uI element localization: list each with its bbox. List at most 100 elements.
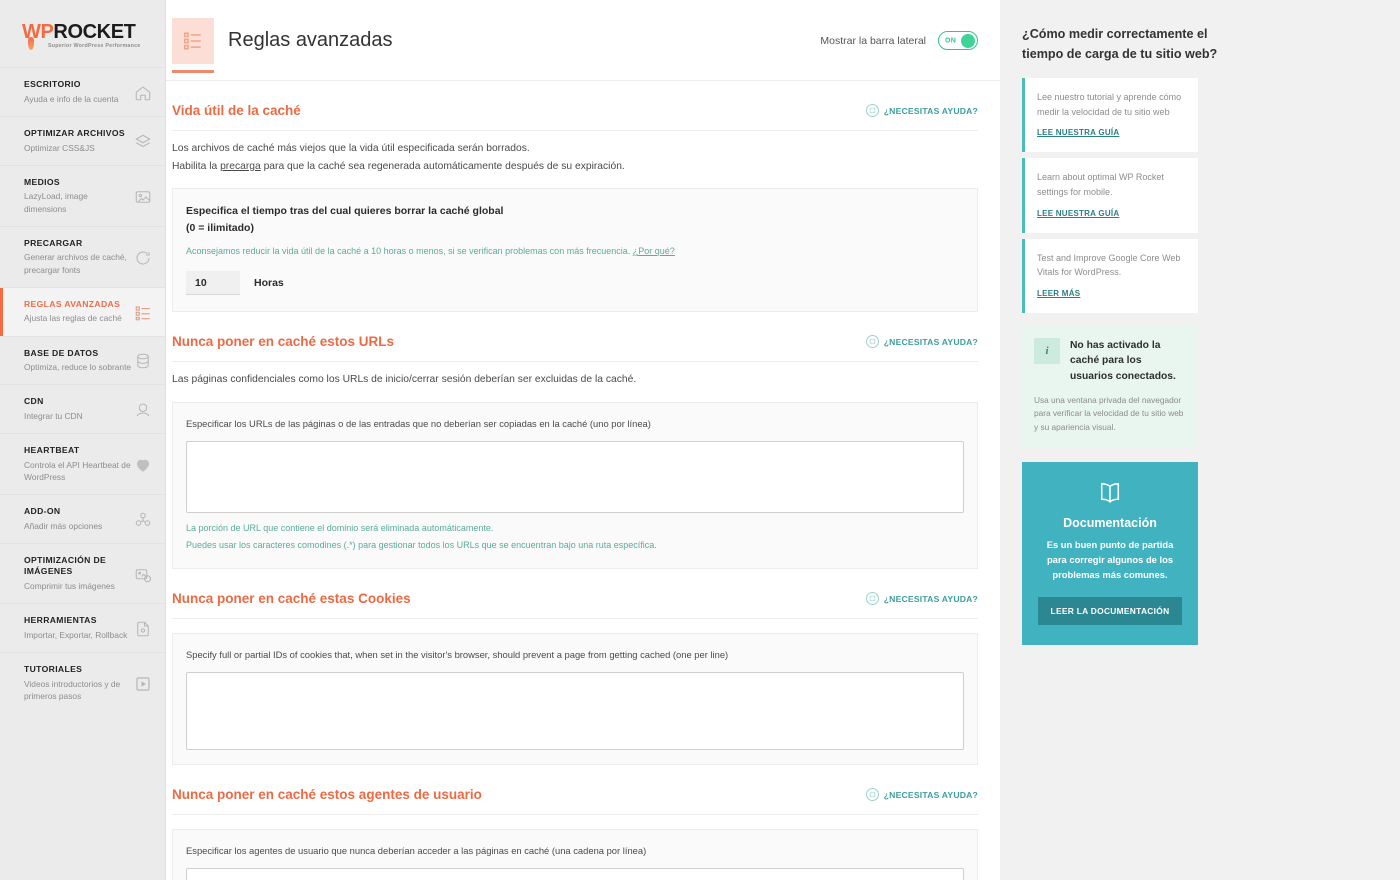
desc-pre: Habilita la — [172, 160, 221, 172]
sidebar-item-title: OPTIMIZACIÓN DE IMÁGENES — [24, 554, 107, 577]
rightbar-card-link[interactable]: LEE NUESTRA GUÍA — [1037, 128, 1119, 137]
sidebar-item-title: TUTORIALES — [24, 664, 83, 675]
section-title: Vida útil de la caché — [172, 103, 301, 118]
cache-lifespan-input[interactable] — [186, 271, 240, 296]
sidebar-item-heartbeat[interactable]: HEARTBEAT Controla el API Heartbeat de W… — [0, 433, 165, 494]
layers-icon — [133, 132, 153, 152]
cache-lifespan-unit: Horas — [254, 277, 284, 290]
sidebar-item-herramientas[interactable]: HERRAMIENTAS Importar, Exportar, Rollbac… — [0, 603, 165, 652]
sidebar-item-title: REGLAS AVANZADAS — [24, 298, 121, 309]
rocket-flame-icon — [28, 37, 34, 50]
sidebar-item-desc: Integrar tu CDN — [24, 410, 83, 421]
info-icon: i — [1034, 337, 1060, 364]
section-title: Nunca poner en caché estos agentes de us… — [172, 787, 482, 803]
need-help-link-useragents[interactable]: ¿NECESITAS AYUDA? — [865, 788, 978, 802]
heart-pulse-icon — [133, 455, 153, 475]
sidebar-item-reglas-avanzadas[interactable]: REGLAS AVANZADAS Ajusta las reglas de ca… — [0, 286, 165, 336]
desc-post: para que la caché sea regenerada automát… — [260, 160, 625, 172]
notice-title: No has activado la caché para los usuari… — [1070, 339, 1176, 383]
help-circle-icon — [865, 335, 879, 349]
lifespan-panel-title-2: (0 = ilimitado) — [186, 221, 254, 234]
sidebar-nav: ESCRITORIO Ayuda e info de la cuenta OPT… — [0, 67, 165, 713]
brand-logo[interactable]: WPROCKET Superior WordPress Performance — [0, 0, 165, 67]
tools-icon — [133, 619, 153, 639]
cookies-panel: Specify full or partial IDs of cookies t… — [172, 633, 978, 766]
lifespan-note-text: Aconsejamos reducir la vida útil de la c… — [186, 245, 633, 256]
need-help-link-lifespan[interactable]: ¿NECESITAS AYUDA? — [865, 104, 978, 117]
documentation-body: Es un buen punto de partida para corregi… — [1046, 538, 1174, 580]
section-divider — [172, 618, 978, 620]
rightbar-title: ¿Cómo medir correctamente el tiempo de c… — [1022, 27, 1218, 62]
rightbar-cards: Lee nuestro tutorial y aprende cómo medi… — [1022, 78, 1380, 313]
sidebar-item-desc: Videos introductorios y de primeros paso… — [24, 678, 121, 701]
notice-body: Usa una ventana privada del navegador pa… — [1034, 394, 1184, 432]
never-cache-user-agents-textarea[interactable] — [186, 868, 964, 880]
book-icon — [1036, 480, 1184, 506]
sidebar-item-base-de-datos[interactable]: BASE DE DATOS Optimiza, reduce lo sobran… — [0, 335, 165, 385]
section-desc-line-1: Los archivos de caché más viejos que la … — [172, 143, 530, 154]
brand-name-wp: WP — [22, 21, 54, 43]
preload-link[interactable]: precarga — [220, 161, 261, 172]
sidebar-item-title: CDN — [24, 396, 44, 407]
rightbar-card-link[interactable]: LEER MÁS — [1037, 289, 1080, 298]
section-never-cache-cookies: Nunca poner en caché estas Cookies ¿NECE… — [172, 569, 978, 766]
sidebar-item-optimizacion-de-imagenes[interactable]: OPTIMIZACIÓN DE IMÁGENES Comprimir tus i… — [0, 542, 165, 603]
documentation-title: Documentación — [1063, 515, 1157, 530]
section-title: Nunca poner en caché estos URLs — [172, 334, 395, 350]
main-content: Reglas avanzadas Mostrar la barra latera… — [166, 0, 1000, 880]
sidebar-item-title: PRECARGAR — [24, 237, 83, 248]
sidebar-item-title: OPTIMIZAR ARCHIVOS — [24, 128, 125, 139]
brand-name-rocket: ROCKET — [53, 21, 136, 43]
sidebar-item-desc: Ayuda e info de la cuenta — [24, 93, 119, 104]
section-header: Nunca poner en caché estos URLs ¿NECESIT… — [172, 334, 978, 349]
rightbar-card-link[interactable]: LEE NUESTRA GUÍA — [1037, 209, 1119, 218]
rightbar-card-text: Lee nuestro tutorial y aprende cómo medi… — [1037, 92, 1182, 117]
sidebar-item-title: HERRAMIENTAS — [24, 615, 97, 626]
urls-field-label: Especificar los URLs de las páginas o de… — [186, 418, 651, 430]
why-link[interactable]: ¿Por qué? — [633, 246, 675, 256]
sidebar-item-add-on[interactable]: ADD-ON Añadir más opciones — [0, 494, 165, 543]
never-cache-urls-textarea[interactable] — [186, 441, 964, 514]
rules-list-icon — [172, 17, 214, 73]
toggle-state-label: ON — [945, 37, 957, 44]
show-sidebar-toggle[interactable]: ON — [938, 31, 978, 50]
need-help-link-cookies[interactable]: ¿NECESITAS AYUDA? — [865, 592, 978, 606]
documentation-card: Documentación Es un buen punto de partid… — [1022, 461, 1198, 645]
section-header: Nunca poner en caché estas Cookies ¿NECE… — [172, 591, 978, 606]
never-cache-cookies-textarea[interactable] — [186, 672, 964, 751]
left-sidebar: WPROCKET Superior WordPress Performance … — [0, 0, 166, 880]
sidebar-item-tutoriales[interactable]: TUTORIALES Videos introductorios y de pr… — [0, 652, 165, 713]
need-help-text: ¿NECESITAS AYUDA? — [883, 593, 978, 604]
sidebar-item-optimizar-archivos[interactable]: OPTIMIZAR ARCHIVOS Optimizar CSS&JS — [0, 116, 165, 165]
image-optimize-icon — [133, 565, 153, 585]
sidebar-item-cdn[interactable]: CDN Integrar tu CDN — [0, 384, 165, 433]
help-circle-icon — [865, 788, 879, 802]
need-help-text: ¿NECESITAS AYUDA? — [883, 105, 978, 116]
sidebar-item-title: MEDIOS — [24, 176, 61, 187]
read-documentation-button[interactable]: LEER LA DOCUMENTACIÓN — [1037, 596, 1183, 625]
section-desc-line-2: Habilita la precarga para que la caché s… — [172, 158, 978, 176]
need-help-link-urls[interactable]: ¿NECESITAS AYUDA? — [865, 335, 978, 349]
sidebar-item-title: ESCRITORIO — [24, 79, 81, 90]
need-help-text: ¿NECESITAS AYUDA? — [883, 789, 978, 800]
sidebar-item-medios[interactable]: MEDIOS LazyLoad, image dimensions — [0, 164, 165, 226]
need-help-text: ¿NECESITAS AYUDA? — [883, 336, 978, 347]
rightbar-card-text: Test and Improve Google Core Web Vitals … — [1037, 252, 1181, 278]
rightbar-card[interactable]: Learn about optimal WP Rocket settings f… — [1022, 158, 1198, 233]
toggle-knob — [961, 33, 975, 48]
cache-notice: i No has activado la caché para los usua… — [1022, 324, 1198, 448]
app-root: WPROCKET Superior WordPress Performance … — [0, 0, 1400, 880]
database-icon — [133, 351, 153, 371]
lifespan-panel-title-1: Especifica el tiempo tras del cual quier… — [186, 205, 504, 218]
section-never-cache-urls: Nunca poner en caché estos URLs ¿NECESIT… — [172, 312, 978, 570]
puzzle-icon — [133, 510, 153, 530]
header-actions: Mostrar la barra lateral ON — [820, 31, 978, 50]
rightbar-card[interactable]: Lee nuestro tutorial y aprende cómo medi… — [1022, 78, 1198, 153]
sidebar-item-precargar[interactable]: PRECARGAR Generar archivos de caché, pre… — [0, 225, 165, 287]
lifespan-panel: Especifica el tiempo tras del cual quier… — [172, 188, 978, 313]
sidebar-item-desc: Optimiza, reduce lo sobrante — [24, 362, 132, 373]
sidebar-item-desc: Importar, Exportar, Rollback — [24, 629, 128, 640]
sidebar-item-escritorio[interactable]: ESCRITORIO Ayuda e info de la cuenta — [0, 67, 165, 116]
sidebar-toggle-label: Mostrar la barra lateral — [820, 34, 926, 47]
rightbar-card[interactable]: Test and Improve Google Core Web Vitals … — [1022, 238, 1198, 313]
